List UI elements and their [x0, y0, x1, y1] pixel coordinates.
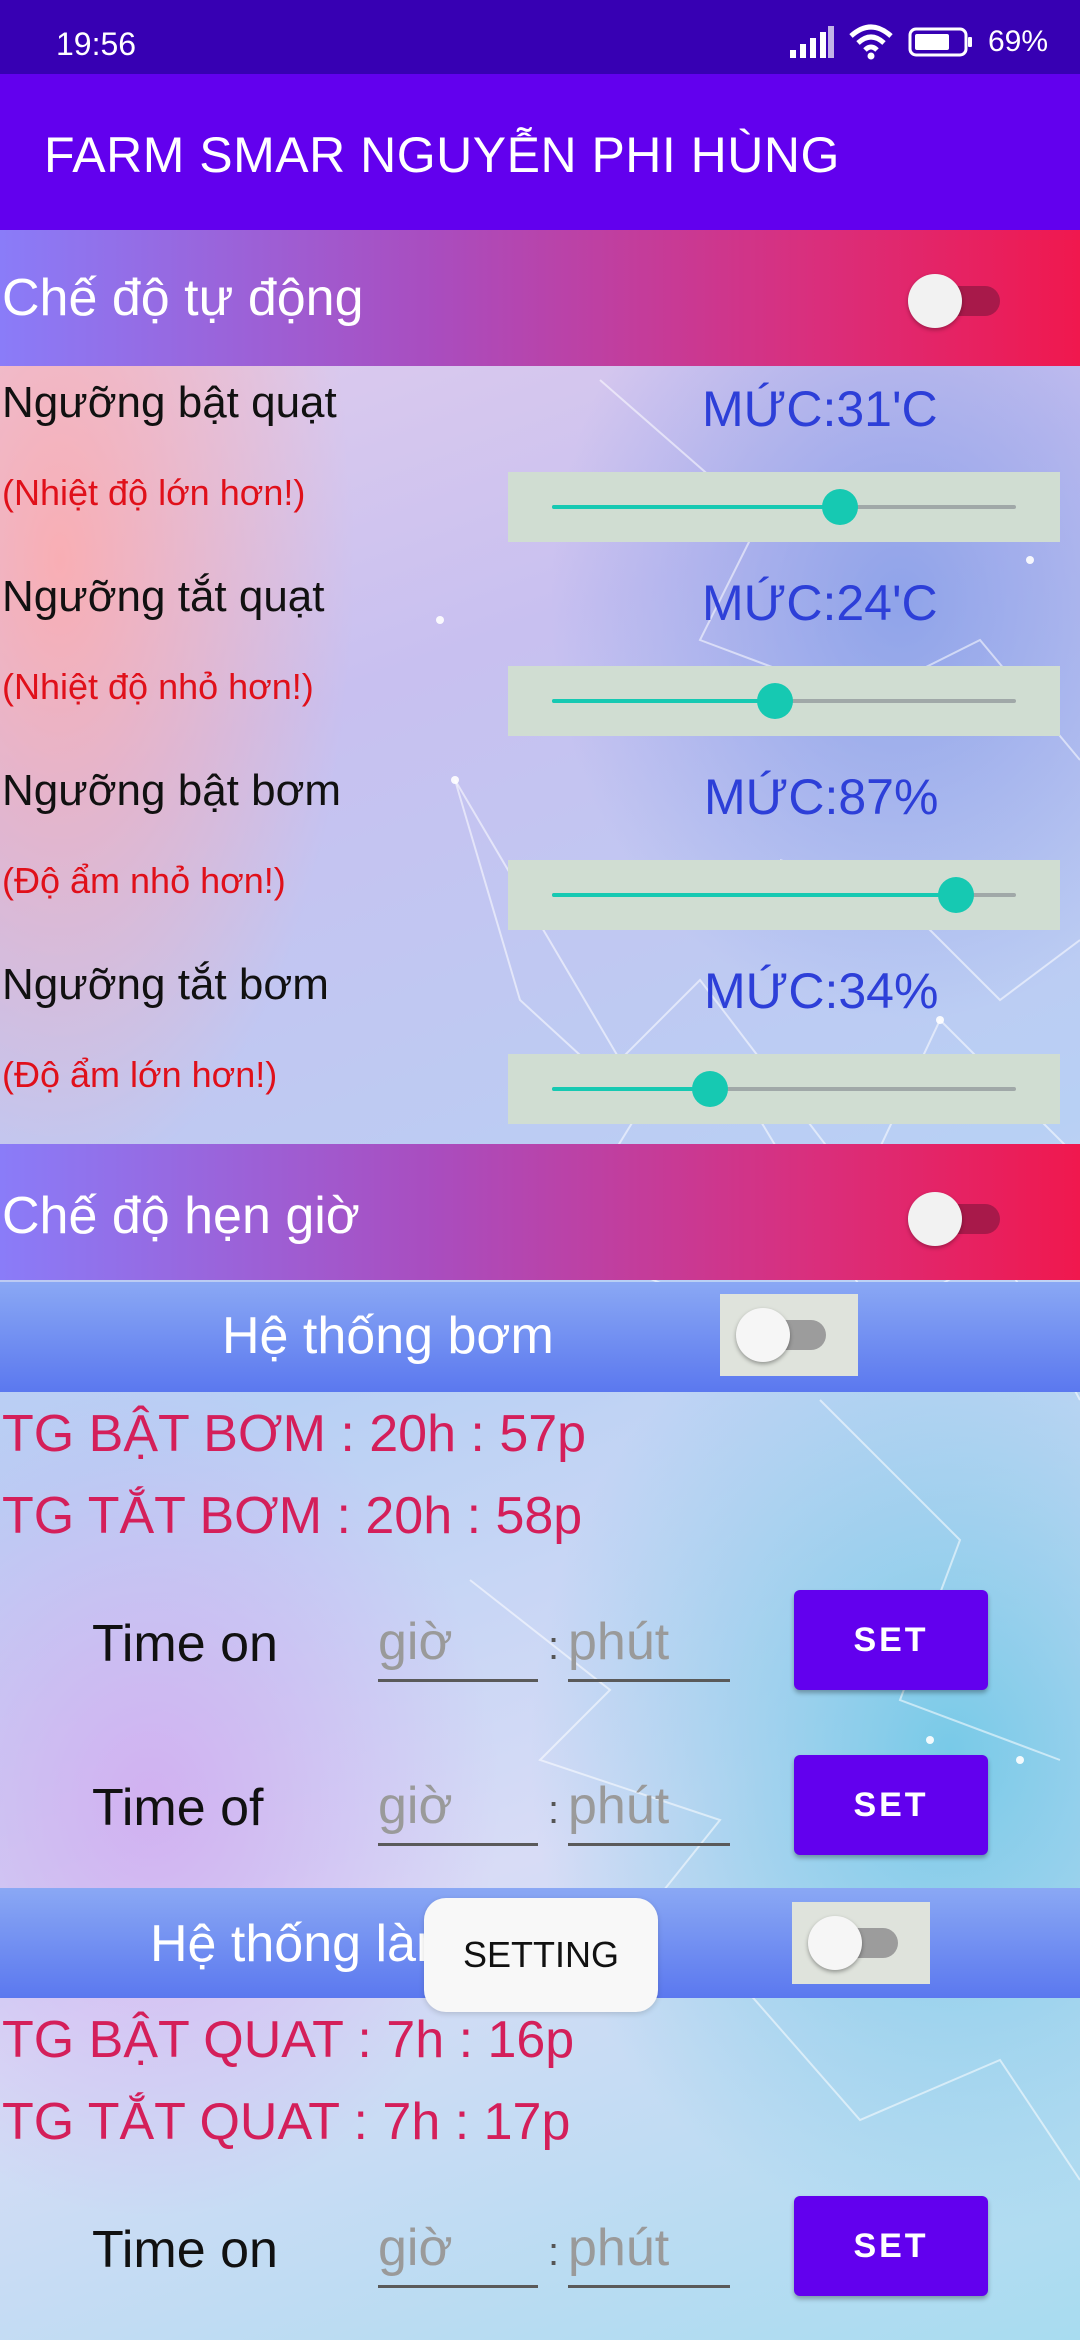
slider-thumb[interactable]	[937, 877, 974, 913]
time-separator: :	[548, 2230, 560, 2274]
hour-placeholder: giờ	[378, 1777, 453, 1835]
threshold-pump-on-hint: (Độ ẩm nhỏ hơn!)	[2, 860, 286, 901]
status-icons: 69%	[788, 22, 1048, 62]
pump-time-off-label: Time of	[92, 1779, 264, 1837]
app-bar: FARM SMAR NGUYỄN PHI HÙNG	[0, 74, 1080, 230]
pump-time-on-label: Time on	[92, 1615, 278, 1673]
battery-icon	[908, 27, 972, 57]
threshold-fan-on-label: Ngưỡng bật quạt	[2, 378, 337, 427]
threshold-pump-off-label: Ngưỡng tắt bơm	[2, 960, 329, 1009]
threshold-pump-off-level: MỨC:34%	[704, 963, 939, 1019]
pump-off-time: TG TẮT BƠM : 20h : 58p	[2, 1487, 583, 1545]
app-title: FARM SMAR NGUYỄN PHI HÙNG	[44, 127, 840, 183]
slider-track	[552, 489, 1016, 525]
switch-thumb	[908, 274, 962, 328]
pump-system-bar: Hệ thống bơm	[0, 1282, 1080, 1392]
slider-fill	[552, 699, 775, 703]
pump-on-time: TG BẬT BƠM : 20h : 57p	[2, 1405, 587, 1463]
pump-time-off-minute-input[interactable]: phút	[568, 1776, 730, 1846]
timer-mode-switch[interactable]	[908, 1186, 1004, 1246]
slider-fill	[552, 1087, 710, 1091]
fan-time-on-set-button[interactable]: SET	[794, 2196, 988, 2296]
slider-track	[552, 683, 1016, 719]
switch-thumb	[908, 1192, 962, 1246]
auto-mode-switch[interactable]	[908, 268, 1004, 328]
fan-time-on-label: Time on	[92, 2221, 278, 2279]
slider-thumb[interactable]	[756, 683, 793, 719]
threshold-pump-on-label: Ngưỡng bật bơm	[2, 766, 342, 815]
auto-mode-bar: Chế độ tự động	[0, 230, 1080, 366]
battery-percent: 69%	[987, 25, 1048, 58]
wifi-icon	[849, 24, 893, 60]
timer-mode-label: Chế độ hẹn giờ	[2, 1187, 360, 1245]
switch-thumb	[808, 1916, 862, 1970]
signal-icon	[789, 26, 834, 58]
minute-placeholder: phút	[568, 2219, 670, 2277]
pump-time-on-minute-input[interactable]: phút	[568, 1612, 730, 1682]
minute-placeholder: phút	[568, 1777, 670, 1835]
minute-placeholder: phút	[568, 1613, 670, 1671]
threshold-fan-off-label: Ngưỡng tắt quạt	[2, 572, 325, 621]
fan-system-label: Hệ thống làm	[150, 1915, 460, 1973]
fan-time-on-hour-input[interactable]: giờ	[378, 2218, 538, 2288]
auto-mode-label: Chế độ tự động	[2, 269, 364, 327]
threshold-pump-off-slider[interactable]	[508, 1054, 1060, 1124]
time-separator: :	[548, 1624, 560, 1668]
status-time: 19:56	[56, 26, 137, 62]
threshold-pump-on-slider[interactable]	[508, 860, 1060, 930]
status-bar: 19:56 69%	[0, 0, 1080, 74]
fan-time-on-minute-input[interactable]: phút	[568, 2218, 730, 2288]
fan-on-time: TG BẬT QUAT : 7h : 16p	[2, 2011, 575, 2069]
hour-placeholder: giờ	[378, 2219, 453, 2277]
slider-track	[552, 877, 1016, 913]
fan-system-switch[interactable]	[792, 1902, 930, 1984]
timer-mode-bar: Chế độ hẹn giờ	[0, 1144, 1080, 1280]
slider-fill	[552, 893, 956, 897]
slider-track	[552, 1071, 1016, 1107]
pump-time-on-set-button[interactable]: SET	[794, 1590, 988, 1690]
threshold-fan-off-slider[interactable]	[508, 666, 1060, 736]
setting-toast: SETTING	[424, 1898, 658, 2012]
slider-thumb[interactable]	[691, 1071, 728, 1107]
pump-system-label: Hệ thống bơm	[222, 1307, 554, 1365]
threshold-fan-on-slider[interactable]	[508, 472, 1060, 542]
hour-placeholder: giờ	[378, 1613, 453, 1671]
slider-thumb[interactable]	[821, 489, 858, 525]
pump-time-on-hour-input[interactable]: giờ	[378, 1612, 538, 1682]
time-separator: :	[548, 1788, 560, 1832]
pump-time-off-hour-input[interactable]: giờ	[378, 1776, 538, 1846]
threshold-fan-off-level: MỨC:24'C	[702, 575, 938, 631]
threshold-fan-off-hint: (Nhiệt độ nhỏ hơn!)	[2, 666, 314, 707]
threshold-fan-on-hint: (Nhiệt độ lớn hơn!)	[2, 472, 306, 513]
fan-off-time: TG TẮT QUAT : 7h : 17p	[2, 2093, 571, 2151]
slider-fill	[552, 505, 840, 509]
threshold-pump-off-hint: (Độ ẩm lớn hơn!)	[2, 1054, 278, 1095]
threshold-pump-on-level: MỨC:87%	[704, 769, 939, 825]
pump-system-switch[interactable]	[720, 1294, 858, 1376]
switch-thumb	[736, 1308, 790, 1362]
pump-time-off-set-button[interactable]: SET	[794, 1755, 988, 1855]
threshold-fan-on-level: MỨC:31'C	[702, 381, 938, 437]
